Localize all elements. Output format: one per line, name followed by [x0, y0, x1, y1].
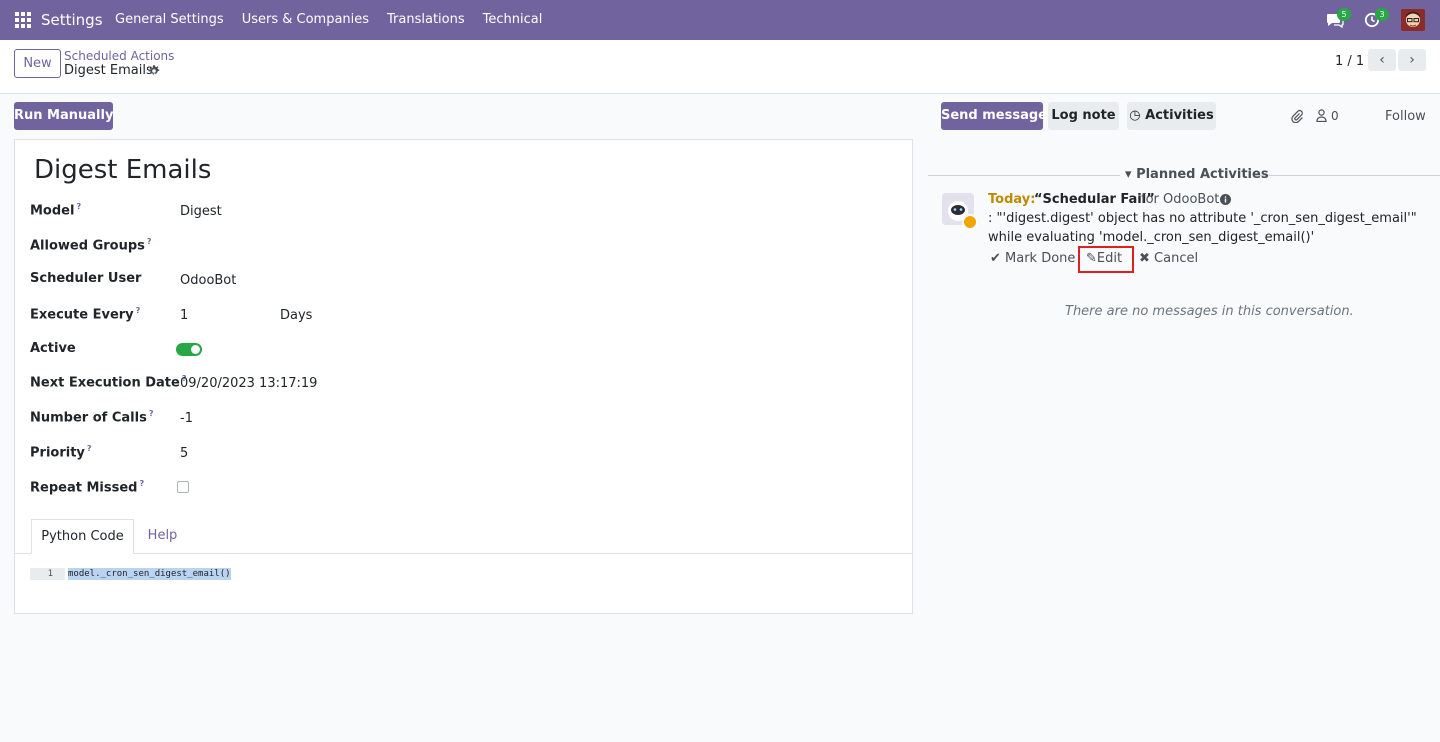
pager-value[interactable]: 1 / 1: [1335, 54, 1364, 69]
activities-button[interactable]: ◷ Activities: [1127, 102, 1216, 130]
field-label-allowed-groups: Allowed Groups?: [30, 237, 152, 254]
field-scheduler-user[interactable]: OdooBot: [180, 273, 236, 288]
run-manually-button[interactable]: Run Manually: [14, 102, 113, 130]
user-avatar[interactable]: [1401, 9, 1425, 31]
help-icon[interactable]: ?: [147, 237, 152, 246]
menu-technical[interactable]: Technical: [474, 12, 552, 27]
control-panel: New Scheduled Actions Digest Emails 1 / …: [0, 40, 1440, 94]
pager-previous-button[interactable]: ‹: [1368, 49, 1396, 71]
activity-note: : "'digest.digest' object has no attribu…: [988, 211, 1417, 245]
field-label-number-of-calls: Number of Calls?: [30, 409, 154, 426]
field-priority[interactable]: 5: [180, 446, 188, 461]
info-icon[interactable]: [1220, 194, 1231, 205]
check-icon: ✔: [990, 251, 1006, 266]
paperclip-icon[interactable]: [1290, 109, 1304, 124]
code-line-number: 1: [30, 568, 65, 580]
breadcrumb-scheduled-actions[interactable]: Scheduled Actions: [64, 49, 174, 63]
divider-left: [928, 175, 1120, 176]
activity-summary: “Schedular Fail”: [1034, 192, 1155, 207]
top-navbar: Settings General Settings Users & Compan…: [0, 0, 1440, 40]
help-icon[interactable]: ?: [149, 409, 154, 418]
clock-icon: ◷: [1129, 108, 1146, 123]
help-icon[interactable]: ?: [136, 306, 141, 315]
menu-translations[interactable]: Translations: [378, 12, 474, 27]
field-interval-type[interactable]: Days: [280, 308, 312, 323]
send-message-button[interactable]: Send message: [941, 102, 1047, 130]
follow-button[interactable]: Follow: [1385, 109, 1426, 124]
activity-due-date: Today:: [988, 192, 1036, 207]
help-icon[interactable]: ?: [76, 202, 81, 211]
notebook-tabs: Python Code Help: [15, 519, 912, 554]
field-interval-number[interactable]: 1: [180, 308, 188, 323]
field-label-scheduler-user: Scheduler User: [30, 271, 142, 286]
field-model[interactable]: Digest: [180, 204, 222, 219]
field-number-of-calls[interactable]: -1: [180, 411, 193, 426]
activities-clock-icon[interactable]: 3: [1364, 8, 1389, 28]
active-toggle[interactable]: [176, 343, 202, 356]
field-label-active: Active: [30, 341, 76, 356]
divider-right: [1253, 175, 1440, 176]
python-code-editor[interactable]: model._cron_sen_digest_email(): [68, 568, 231, 580]
empty-conversation-message: There are no messages in this conversati…: [1065, 304, 1354, 319]
help-icon[interactable]: ?: [139, 479, 144, 488]
tab-python-code[interactable]: Python Code: [31, 519, 134, 554]
activity-assignee: for OdooBot: [1141, 192, 1220, 207]
activities-badge: 3: [1375, 8, 1389, 21]
messages-icon[interactable]: 5: [1326, 8, 1351, 29]
breadcrumb-current-record: Digest Emails: [64, 63, 153, 78]
menu-general-settings[interactable]: General Settings: [106, 12, 233, 27]
follower-count[interactable]: 0: [1331, 109, 1339, 123]
menu-users-companies[interactable]: Users & Companies: [233, 12, 378, 27]
field-next-execution-date[interactable]: 09/20/2023 13:17:19: [180, 376, 317, 391]
followers-icon[interactable]: [1316, 109, 1327, 123]
help-icon[interactable]: ?: [87, 444, 92, 453]
planned-activities-toggle[interactable]: ▾ Planned Activities: [1125, 167, 1269, 182]
apps-menu-icon[interactable]: [15, 12, 31, 28]
record-title[interactable]: Digest Emails: [34, 155, 211, 185]
chevron-left-icon: ‹: [1379, 52, 1385, 68]
cancel-activity-button[interactable]: ✖ Cancel: [1139, 251, 1198, 266]
close-icon: ✖: [1139, 251, 1155, 266]
pager-next-button[interactable]: ›: [1398, 49, 1426, 71]
chevron-right-icon: ›: [1409, 52, 1415, 68]
highlight-box: [1078, 246, 1134, 273]
field-label-execute-every: Execute Every?: [30, 306, 141, 323]
mark-done-button[interactable]: ✔ Mark Done: [990, 251, 1075, 266]
toggle-knob: [191, 345, 200, 354]
field-label-repeat-missed: Repeat Missed?: [30, 479, 145, 496]
log-note-button[interactable]: Log note: [1048, 102, 1119, 130]
app-title[interactable]: Settings: [41, 11, 103, 29]
gear-icon[interactable]: [147, 64, 161, 78]
field-label-next-execution: Next Execution Date?: [30, 374, 187, 391]
messages-badge: 5: [1337, 8, 1351, 21]
caret-down-icon: ▾: [1125, 167, 1137, 182]
form-sheet: Digest Emails Model? Digest Allowed Grou…: [14, 139, 913, 614]
field-label-model: Model?: [30, 202, 82, 219]
main-menu: General Settings Users & Companies Trans…: [106, 12, 551, 27]
activity-status-dot: [962, 214, 978, 230]
repeat-missed-checkbox[interactable]: [177, 481, 189, 493]
new-button[interactable]: New: [14, 49, 61, 78]
tab-help[interactable]: Help: [145, 519, 180, 554]
field-label-priority: Priority?: [30, 444, 92, 461]
